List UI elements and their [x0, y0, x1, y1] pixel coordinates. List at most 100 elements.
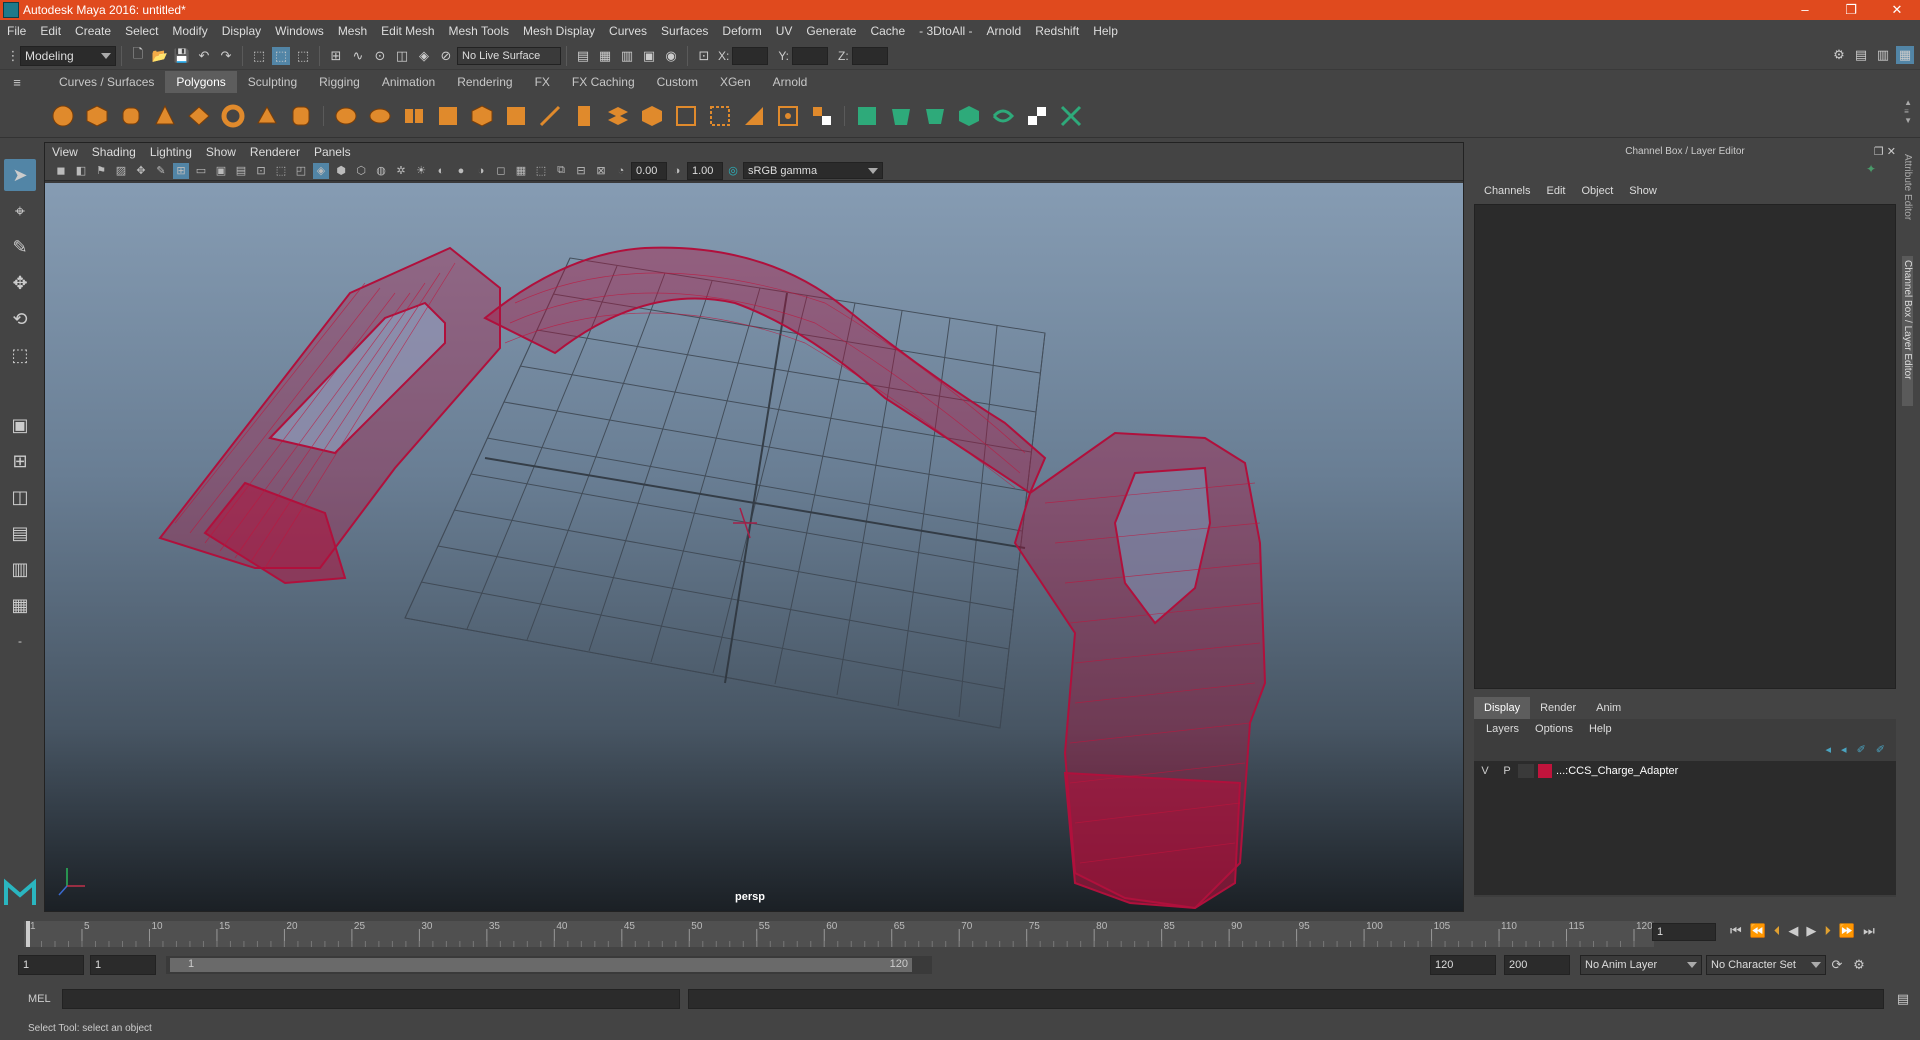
- snap-view-icon[interactable]: ◫: [393, 47, 411, 65]
- menu-help[interactable]: Help: [1086, 20, 1125, 42]
- object-menu[interactable]: Object: [1573, 185, 1621, 197]
- menu-display[interactable]: Display: [215, 20, 268, 42]
- layer-tab-anim[interactable]: Anim: [1586, 702, 1631, 714]
- go-to-start-icon[interactable]: ⏮: [1730, 923, 1742, 939]
- close-button[interactable]: ✕: [1874, 0, 1920, 20]
- four-view-layout-icon[interactable]: ⊞: [4, 445, 36, 477]
- auto-key-icon[interactable]: ⟳: [1828, 956, 1846, 974]
- snap-surface-icon[interactable]: ◈: [415, 47, 433, 65]
- scale-tool-icon[interactable]: ⬚: [4, 339, 36, 371]
- motion-blur-icon[interactable]: ◑: [473, 163, 489, 179]
- anti-aliasing-icon[interactable]: ◻: [493, 163, 509, 179]
- separate-icon[interactable]: [366, 102, 394, 130]
- select-object-icon[interactable]: ⬚: [272, 46, 290, 65]
- poly-sphere-icon[interactable]: [49, 102, 77, 130]
- poly-torus-icon[interactable]: [219, 102, 247, 130]
- xray-joints-icon[interactable]: ✲: [393, 163, 409, 179]
- hud-icon[interactable]: ⊟: [573, 163, 589, 179]
- poly-cube-icon[interactable]: [83, 102, 111, 130]
- xray-display-icon[interactable]: ⧉: [553, 163, 569, 179]
- shelf-scroll[interactable]: ▲ ≡ ▼: [1904, 98, 1912, 125]
- gamma-icon[interactable]: ◑: [669, 163, 685, 179]
- snap-grid-icon[interactable]: ⊞: [327, 47, 345, 65]
- snap-curve-icon[interactable]: ∿: [349, 47, 367, 65]
- move-layer-up-icon[interactable]: ◂: [1826, 743, 1832, 756]
- poly-pyramid-icon[interactable]: [253, 102, 281, 130]
- shelf-tab-fx-caching[interactable]: FX Caching: [561, 71, 646, 93]
- smooth-icon[interactable]: [434, 102, 462, 130]
- show-menu[interactable]: Show: [1621, 185, 1665, 197]
- menu-3dtoall[interactable]: - 3DtoAll -: [912, 20, 979, 42]
- reduce-icon[interactable]: [468, 102, 496, 130]
- layer-visibility-toggle[interactable]: V: [1474, 765, 1496, 777]
- exposure-icon[interactable]: ◔: [613, 163, 629, 179]
- mirror-icon[interactable]: [400, 102, 428, 130]
- menu-select[interactable]: Select: [118, 20, 165, 42]
- wireframe-icon[interactable]: ◈: [313, 162, 329, 179]
- graph-editor-layout-icon[interactable]: ▤: [4, 517, 36, 549]
- menu-edit[interactable]: Edit: [33, 20, 68, 42]
- layout-menu-icon[interactable]: -: [4, 625, 36, 657]
- move-tool-icon[interactable]: ✥: [4, 267, 36, 299]
- current-time-indicator[interactable]: [26, 921, 30, 947]
- shelf-tab-curves-surfaces[interactable]: Curves / Surfaces: [48, 71, 165, 93]
- bridge-icon[interactable]: [604, 102, 632, 130]
- channel-box-toggle-icon[interactable]: ▦: [1896, 46, 1914, 64]
- film-gate-icon[interactable]: ▭: [193, 163, 209, 179]
- shelf-tab-sculpting[interactable]: Sculpting: [237, 71, 308, 93]
- script-editor-icon[interactable]: ▤: [1894, 990, 1912, 1008]
- vp-menu-renderer[interactable]: Renderer: [243, 143, 307, 161]
- shadows-icon[interactable]: ◐: [433, 163, 449, 179]
- multi-cut-icon[interactable]: [536, 102, 564, 130]
- render-settings-icon[interactable]: ▣: [640, 47, 658, 65]
- menu-arnold[interactable]: Arnold: [980, 20, 1029, 42]
- channel-box-tab[interactable]: Channel Box / Layer Editor: [1902, 256, 1913, 406]
- menu-modify[interactable]: Modify: [165, 20, 214, 42]
- automatic-uv-icon[interactable]: [955, 102, 983, 130]
- shelf-tab-polygons[interactable]: Polygons: [165, 71, 237, 93]
- close-panel-icon[interactable]: ✕: [1887, 146, 1896, 158]
- menu-redshift[interactable]: Redshift: [1028, 20, 1086, 42]
- make-live-icon[interactable]: ⊘: [437, 47, 455, 65]
- grease-pencil-icon[interactable]: ✎: [153, 163, 169, 179]
- layer-tab-render[interactable]: Render: [1530, 702, 1586, 714]
- menu-curves[interactable]: Curves: [602, 20, 654, 42]
- menu-generate[interactable]: Generate: [799, 20, 863, 42]
- shelf-tab-animation[interactable]: Animation: [371, 71, 446, 93]
- sculpt-tool-icon[interactable]: [1057, 102, 1085, 130]
- uv-editor-icon[interactable]: [989, 102, 1017, 130]
- select-hierarchy-icon[interactable]: ⬚: [250, 47, 268, 65]
- append-polygon-icon[interactable]: [740, 102, 768, 130]
- ipr-render-icon[interactable]: ▥: [618, 47, 636, 65]
- current-frame-input[interactable]: 1: [1652, 923, 1716, 941]
- view-transform-dropdown[interactable]: sRGB gamma: [743, 162, 883, 179]
- paint-select-tool-icon[interactable]: ✎: [4, 231, 36, 263]
- z-input[interactable]: [851, 46, 888, 65]
- select-component-icon[interactable]: ⬚: [294, 47, 312, 65]
- render-frame-icon[interactable]: ▦: [596, 47, 614, 65]
- play-backward-icon[interactable]: ◀: [1788, 923, 1798, 939]
- layer-tab-display[interactable]: Display: [1474, 697, 1531, 719]
- hypershade-layout-icon[interactable]: ▦: [4, 589, 36, 621]
- layer-row[interactable]: V P ...:CCS_Charge_Adapter: [1474, 761, 1896, 781]
- image-plane-icon[interactable]: ▨: [113, 163, 129, 179]
- attribute-editor-tab[interactable]: Attribute Editor: [1902, 154, 1913, 244]
- camera-icon[interactable]: ◼: [53, 163, 69, 179]
- step-back-icon[interactable]: ⏪: [1750, 923, 1766, 939]
- checker-map-icon[interactable]: [1023, 102, 1051, 130]
- playback-end-input[interactable]: 120: [1430, 955, 1496, 975]
- exposure-input[interactable]: 0.00: [631, 161, 667, 180]
- frame-all-icon[interactable]: ⊠: [593, 163, 609, 179]
- menu-cache[interactable]: Cache: [863, 20, 912, 42]
- channels-menu[interactable]: Channels: [1476, 185, 1538, 197]
- layer-display-type[interactable]: [1518, 764, 1534, 778]
- poly-cylinder-icon[interactable]: [117, 102, 145, 130]
- wireframe-on-shaded-icon[interactable]: ⬡: [353, 163, 369, 179]
- fill-hole-icon[interactable]: [672, 102, 700, 130]
- layer-color-swatch[interactable]: [1538, 764, 1552, 778]
- single-perspective-layout-icon[interactable]: ▣: [4, 409, 36, 441]
- menu-mesh-tools[interactable]: Mesh Tools: [442, 20, 516, 42]
- tool-settings-toggle-icon[interactable]: ▥: [1874, 46, 1892, 64]
- help-menu[interactable]: Help: [1581, 723, 1620, 735]
- poly-pipe-icon[interactable]: [287, 102, 315, 130]
